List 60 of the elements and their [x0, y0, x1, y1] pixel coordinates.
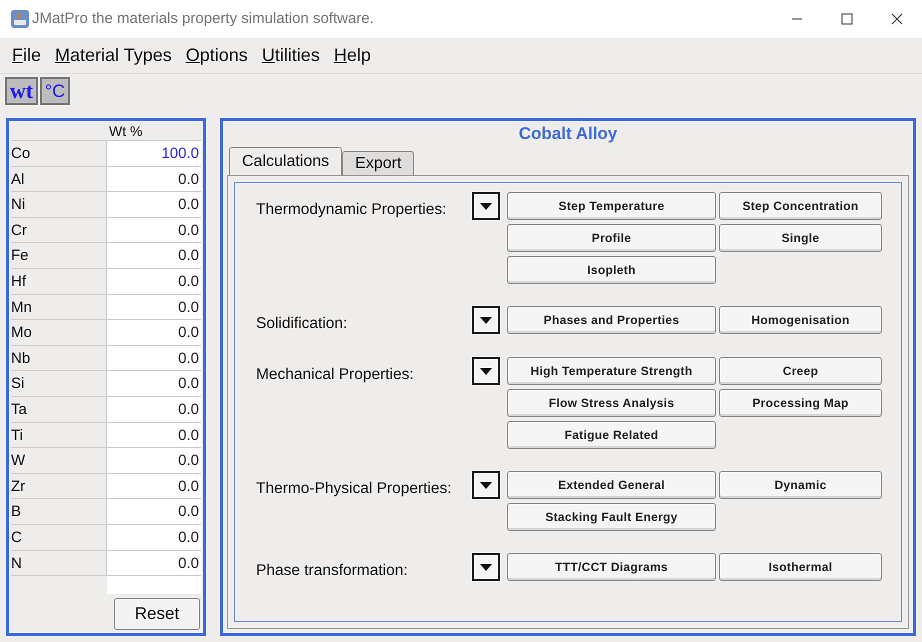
- menu-item[interactable]: Material Types: [49, 42, 178, 69]
- column-header: Wt %: [108, 122, 142, 140]
- section-label: Solidification:: [256, 314, 348, 334]
- maximize-icon[interactable]: [841, 13, 853, 25]
- value-cell[interactable]: 0.0: [107, 524, 201, 550]
- section-label: Mechanical Properties:: [256, 365, 415, 386]
- calculation-button[interactable]: Isopleth: [507, 256, 716, 284]
- value-cell[interactable]: 0.0: [107, 499, 201, 524]
- section-label: Thermo-Physical Properties:: [256, 479, 453, 500]
- calculation-button[interactable]: Creep: [719, 357, 882, 386]
- calculation-button[interactable]: Profile: [507, 224, 716, 252]
- calculation-button[interactable]: TTT/CCT Diagrams: [507, 553, 716, 582]
- dropdown-icon[interactable]: [472, 553, 500, 582]
- calculation-button[interactable]: Processing Map: [719, 389, 882, 418]
- dropdown-icon[interactable]: [472, 471, 500, 500]
- calculation-button[interactable]: Fatigue Related: [507, 421, 716, 450]
- section-label: Thermodynamic Properties:: [256, 200, 448, 220]
- calculation-button[interactable]: Flow Stress Analysis: [507, 389, 716, 418]
- menu-item[interactable]: Help: [328, 42, 377, 69]
- calculation-button[interactable]: Isothermal: [719, 553, 882, 582]
- app-icon: [10, 9, 30, 29]
- calculation-button[interactable]: High Temperature Strength: [507, 357, 716, 386]
- calculation-button[interactable]: Step Temperature: [507, 192, 716, 220]
- close-icon[interactable]: [891, 13, 903, 25]
- dropdown-icon[interactable]: [472, 192, 500, 220]
- calculation-button[interactable]: Phases and Properties: [507, 306, 716, 334]
- value-cell[interactable]: 0.0: [107, 294, 201, 320]
- value-cell[interactable]: 0.0: [107, 192, 201, 217]
- value-cell[interactable]: 0.0: [107, 166, 201, 192]
- calculation-button[interactable]: Dynamic: [719, 471, 882, 500]
- calculation-button[interactable]: Homogenisation: [719, 306, 882, 334]
- value-cell[interactable]: 0.0: [107, 474, 201, 498]
- window-title: JMatPro the materials property simulation software.: [32, 8, 374, 29]
- tab[interactable]: Calculations: [229, 147, 342, 175]
- panel-title: Cobalt Alloy: [518, 123, 618, 145]
- value-cell[interactable]: 0.0: [107, 422, 201, 448]
- toolbar-button[interactable]: °C: [40, 77, 70, 105]
- calculation-button[interactable]: Extended General: [507, 471, 716, 500]
- calculation-button[interactable]: Step Concentration: [719, 192, 882, 220]
- value-cell[interactable]: 0.0: [107, 396, 201, 422]
- value-cell[interactable]: 0.0: [107, 448, 201, 473]
- calculation-button[interactable]: Single: [719, 224, 882, 252]
- tab[interactable]: Export: [342, 151, 414, 175]
- value-cell[interactable]: 0.0: [107, 320, 201, 345]
- value-cell[interactable]: 0.0: [107, 371, 201, 396]
- dropdown-icon[interactable]: [472, 306, 500, 334]
- toolbar-button[interactable]: wt: [5, 77, 38, 105]
- reset-button[interactable]: Reset: [114, 598, 200, 630]
- calculation-button[interactable]: Stacking Fault Energy: [507, 503, 716, 532]
- value-cell[interactable]: 0.0: [107, 268, 201, 294]
- section-label: Phase transformation:: [256, 561, 409, 582]
- menu-item[interactable]: Options: [180, 42, 254, 69]
- menu-item[interactable]: File: [6, 42, 48, 69]
- value-cell[interactable]: 0.0: [107, 218, 201, 242]
- value-cell[interactable]: 100.0: [107, 141, 201, 166]
- menu-item[interactable]: Utilities: [256, 42, 326, 69]
- value-cell[interactable]: 0.0: [107, 346, 201, 370]
- value-cell[interactable]: 0.0: [107, 550, 201, 576]
- dropdown-icon[interactable]: [472, 357, 500, 386]
- value-cell[interactable]: 0.0: [107, 243, 201, 268]
